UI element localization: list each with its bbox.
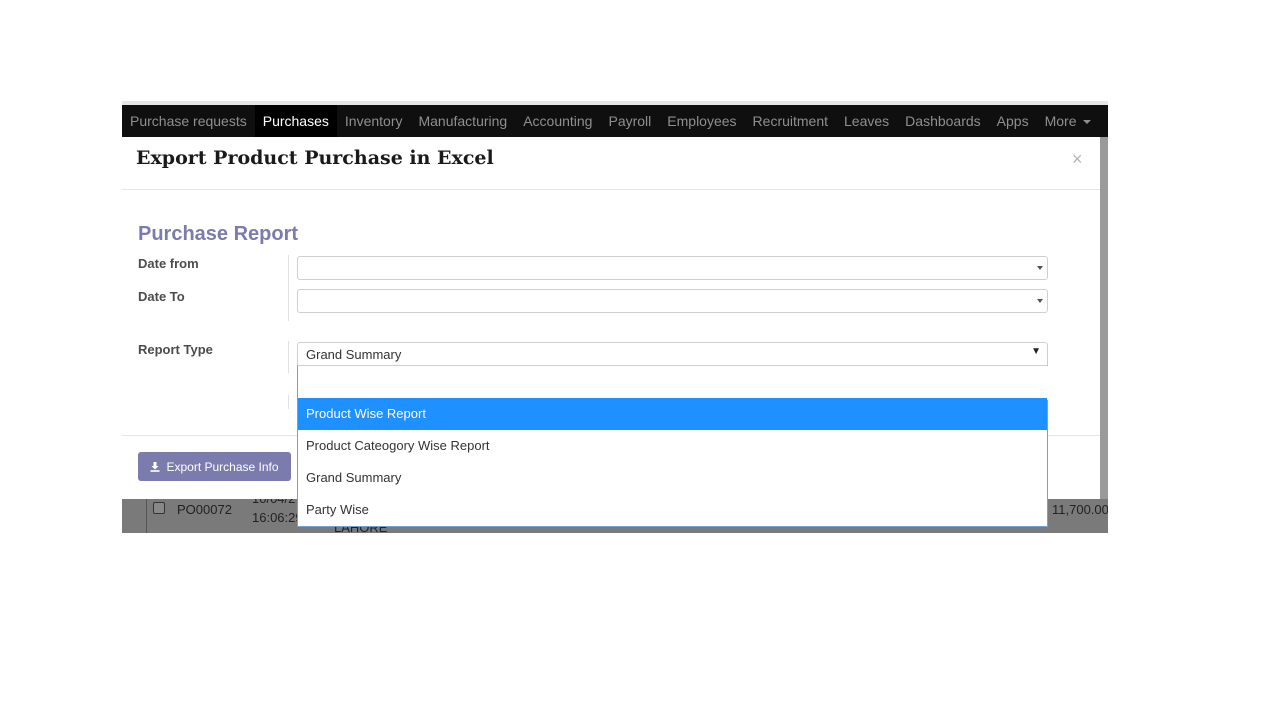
field-divider: [288, 255, 289, 321]
row-time: 16:06:29: [252, 510, 303, 525]
dropdown-search-input[interactable]: [298, 366, 1051, 400]
row-amount: 11,700.00: [1052, 502, 1108, 517]
modal-title: Export Product Purchase in Excel: [136, 147, 494, 169]
row-reference: PO00072: [177, 502, 232, 517]
nav-manufacturing[interactable]: Manufacturing: [410, 105, 515, 137]
option-grand-summary[interactable]: Grand Summary: [298, 462, 1047, 494]
caret-down-icon: [1082, 120, 1091, 125]
option-product-wise-report[interactable]: Product Wise Report: [298, 398, 1047, 430]
report-type-label: Report Type: [138, 342, 213, 357]
nav-apps[interactable]: Apps: [989, 105, 1037, 137]
field-divider: [288, 341, 289, 373]
modal-header-divider: [122, 189, 1100, 190]
report-type-value: Grand Summary: [306, 347, 402, 362]
nav-leaves[interactable]: Leaves: [836, 105, 897, 137]
nav-more-menu[interactable]: More: [1037, 105, 1099, 137]
close-icon[interactable]: ×: [1072, 149, 1083, 170]
nav-recruitment[interactable]: Recruitment: [745, 105, 836, 137]
nav-payroll[interactable]: Payroll: [600, 105, 659, 137]
modal-shadow: [1100, 137, 1108, 499]
date-to-input[interactable]: [297, 289, 1048, 313]
field-divider: [288, 395, 289, 409]
date-to-label: Date To: [138, 289, 185, 304]
dropdown-arrow-icon: ▼: [1031, 346, 1041, 357]
nav-purchase-requests[interactable]: Purchase requests: [122, 105, 255, 137]
nav-dashboards[interactable]: Dashboards: [897, 105, 989, 137]
export-button-label: Export Purchase Info: [166, 459, 279, 474]
nav-employees[interactable]: Employees: [659, 105, 744, 137]
export-purchase-button[interactable]: Export Purchase Info: [138, 452, 291, 481]
option-party-wise[interactable]: Party Wise: [298, 494, 1047, 526]
date-from-input[interactable]: [297, 256, 1048, 280]
option-product-category-wise-report[interactable]: Product Cateogory Wise Report: [298, 430, 1047, 462]
report-type-dropdown: Product Wise Report Product Cateogory Wi…: [297, 365, 1051, 527]
download-icon: [150, 461, 160, 472]
nav-more-label: More: [1044, 113, 1077, 129]
top-navbar: Purchase requests Purchases Inventory Ma…: [122, 105, 1108, 137]
nav-accounting[interactable]: Accounting: [515, 105, 600, 137]
row-checkbox[interactable]: [153, 502, 165, 514]
date-from-label: Date from: [138, 256, 199, 271]
section-title: Purchase Report: [138, 223, 299, 245]
chevron-down-icon: [1037, 299, 1043, 303]
nav-inventory[interactable]: Inventory: [337, 105, 411, 137]
report-type-select[interactable]: Grand Summary ▼: [297, 342, 1048, 366]
nav-purchases[interactable]: Purchases: [254, 105, 337, 137]
chevron-down-icon: [1037, 266, 1043, 270]
